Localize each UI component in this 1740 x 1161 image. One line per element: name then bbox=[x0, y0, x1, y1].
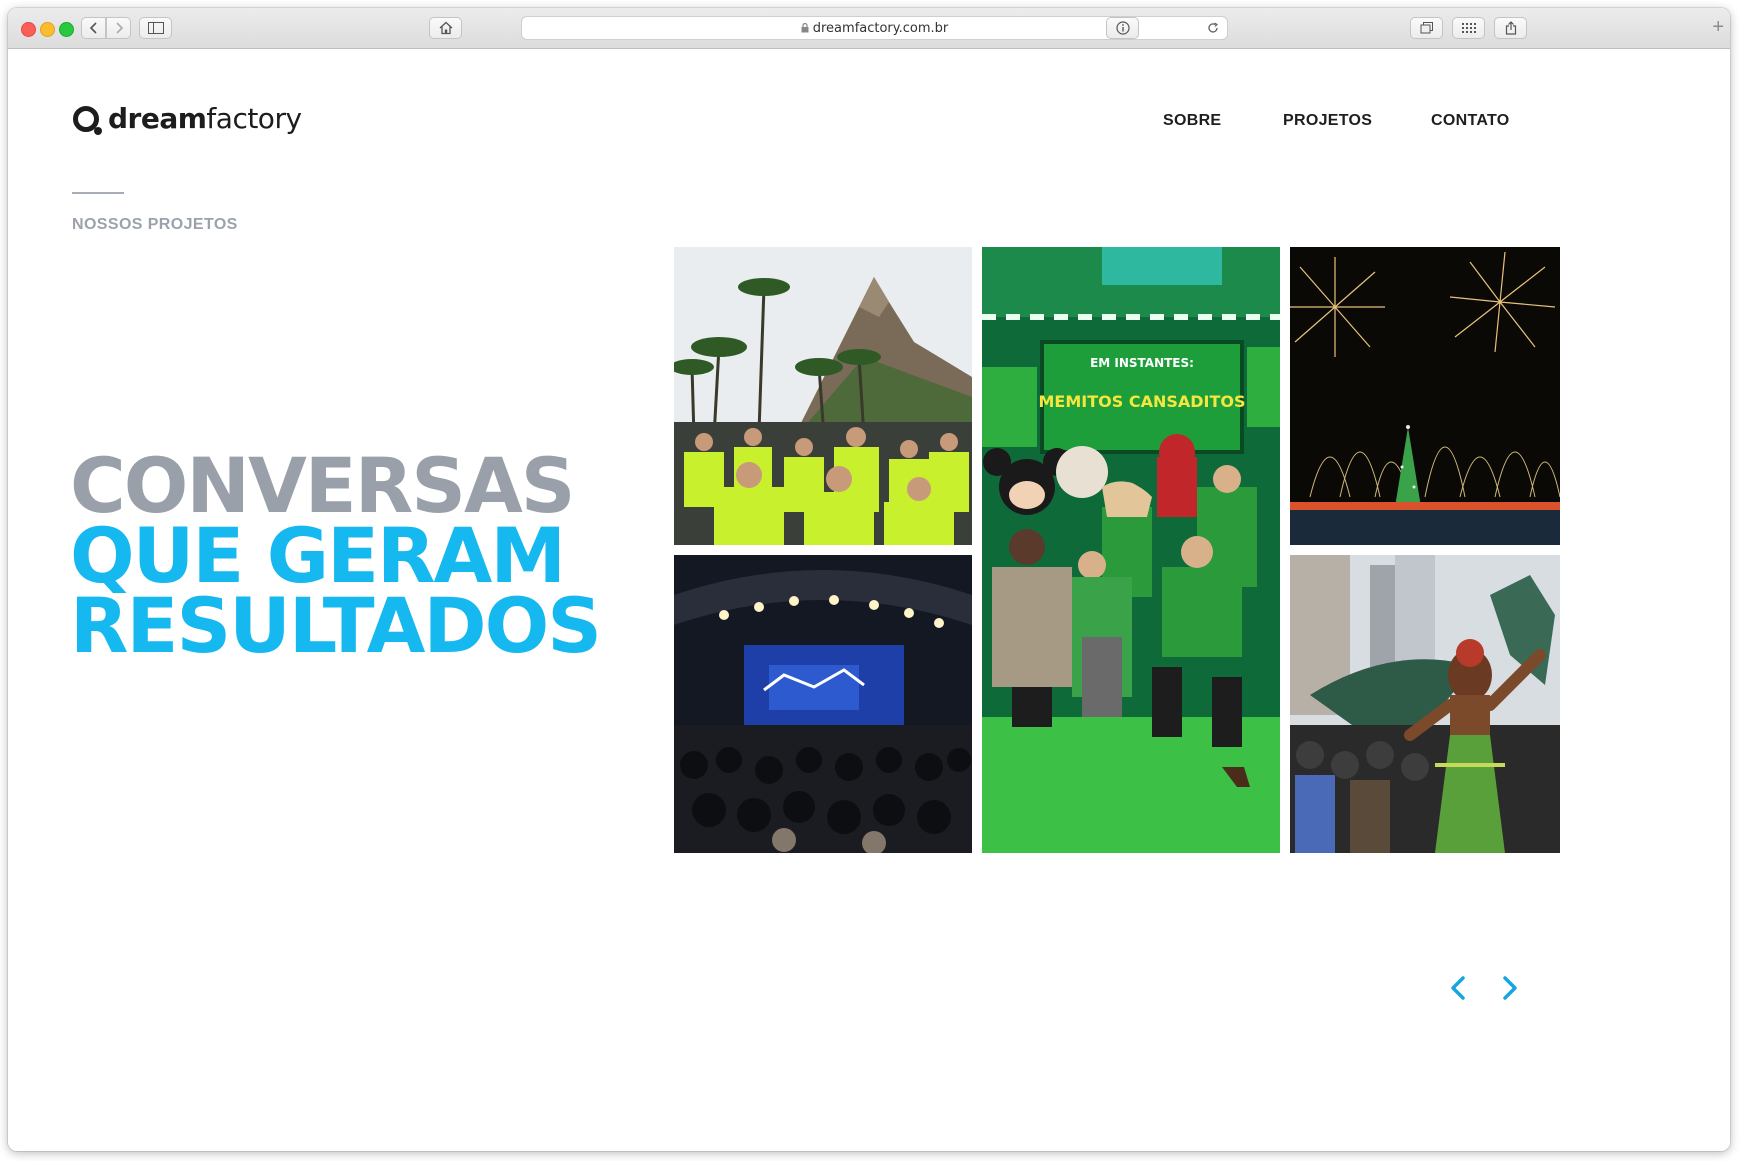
nav-sobre[interactable]: SOBRE bbox=[1163, 112, 1221, 130]
browser-toolbar: dreamfactory.com.br + bbox=[8, 8, 1730, 49]
hero-headline: CONVERSAS QUE GERAM RESULTADOS bbox=[70, 448, 602, 670]
logo-mark-icon bbox=[73, 106, 102, 135]
sidebar-icon bbox=[147, 22, 164, 34]
gallery-photo-tv-show[interactable]: EM INSTANTES: MEMITOS CANSADITOS bbox=[982, 247, 1280, 853]
section-label: NOSSOS PROJETOS bbox=[72, 216, 238, 233]
gallery-photo-marathon[interactable] bbox=[674, 247, 972, 545]
info-button[interactable] bbox=[1106, 17, 1139, 39]
share-button[interactable] bbox=[1494, 17, 1527, 39]
url-value: dreamfactory.com.br bbox=[812, 21, 949, 36]
chevron-right-icon bbox=[115, 22, 123, 34]
fireworks-photo bbox=[1290, 247, 1560, 545]
next-slide-button[interactable] bbox=[1494, 973, 1524, 1003]
reload-icon[interactable] bbox=[1207, 22, 1219, 34]
gallery-photo-concert[interactable] bbox=[674, 555, 972, 853]
logo-wordmark: dreamfactory bbox=[108, 102, 302, 135]
home-button[interactable] bbox=[429, 17, 462, 39]
zoom-window-button[interactable] bbox=[59, 22, 74, 37]
concert-photo bbox=[674, 555, 972, 853]
share-icon bbox=[1505, 21, 1516, 35]
stage-sign-line-1: EM INSTANTES: bbox=[1090, 356, 1194, 370]
logo-word-light: factory bbox=[206, 102, 302, 135]
new-tab-icon[interactable]: + bbox=[1712, 17, 1724, 37]
marathon-photo bbox=[674, 247, 972, 545]
website: dreamfactory SOBRE PROJETOS CONTATO NOSS… bbox=[8, 49, 1730, 1151]
prev-slide-button[interactable] bbox=[1444, 973, 1474, 1003]
nav-projetos[interactable]: PROJETOS bbox=[1283, 112, 1372, 130]
gallery-photo-fireworks[interactable] bbox=[1290, 247, 1560, 545]
forward-button[interactable] bbox=[106, 17, 131, 39]
lock-icon bbox=[801, 22, 809, 33]
tabs-icon bbox=[1420, 22, 1433, 34]
gallery-photo-carnival[interactable] bbox=[1290, 555, 1560, 853]
close-window-button[interactable] bbox=[21, 22, 36, 37]
home-icon bbox=[439, 21, 452, 35]
headline-line-3: RESULTADOS bbox=[70, 581, 602, 670]
sidebar-toggle-button[interactable] bbox=[139, 17, 172, 39]
tv-show-photo: EM INSTANTES: MEMITOS CANSADITOS bbox=[982, 247, 1280, 853]
nav-contato[interactable]: CONTATO bbox=[1431, 112, 1510, 130]
section-divider bbox=[72, 192, 124, 194]
browser-window: dreamfactory.com.br + dreamfactory SOBRE… bbox=[8, 8, 1730, 1151]
info-icon bbox=[1115, 21, 1130, 35]
carnival-photo bbox=[1290, 555, 1560, 853]
chevron-left-icon bbox=[89, 22, 97, 34]
grid-button[interactable] bbox=[1452, 17, 1485, 39]
logo-word-bold: dream bbox=[108, 102, 207, 135]
grid-icon bbox=[1461, 23, 1476, 33]
minimize-window-button[interactable] bbox=[40, 22, 55, 37]
tabs-overview-button[interactable] bbox=[1410, 17, 1443, 39]
stage-sign-line-2: MEMITOS CANSADITOS bbox=[1038, 392, 1245, 411]
back-button[interactable] bbox=[81, 17, 106, 39]
